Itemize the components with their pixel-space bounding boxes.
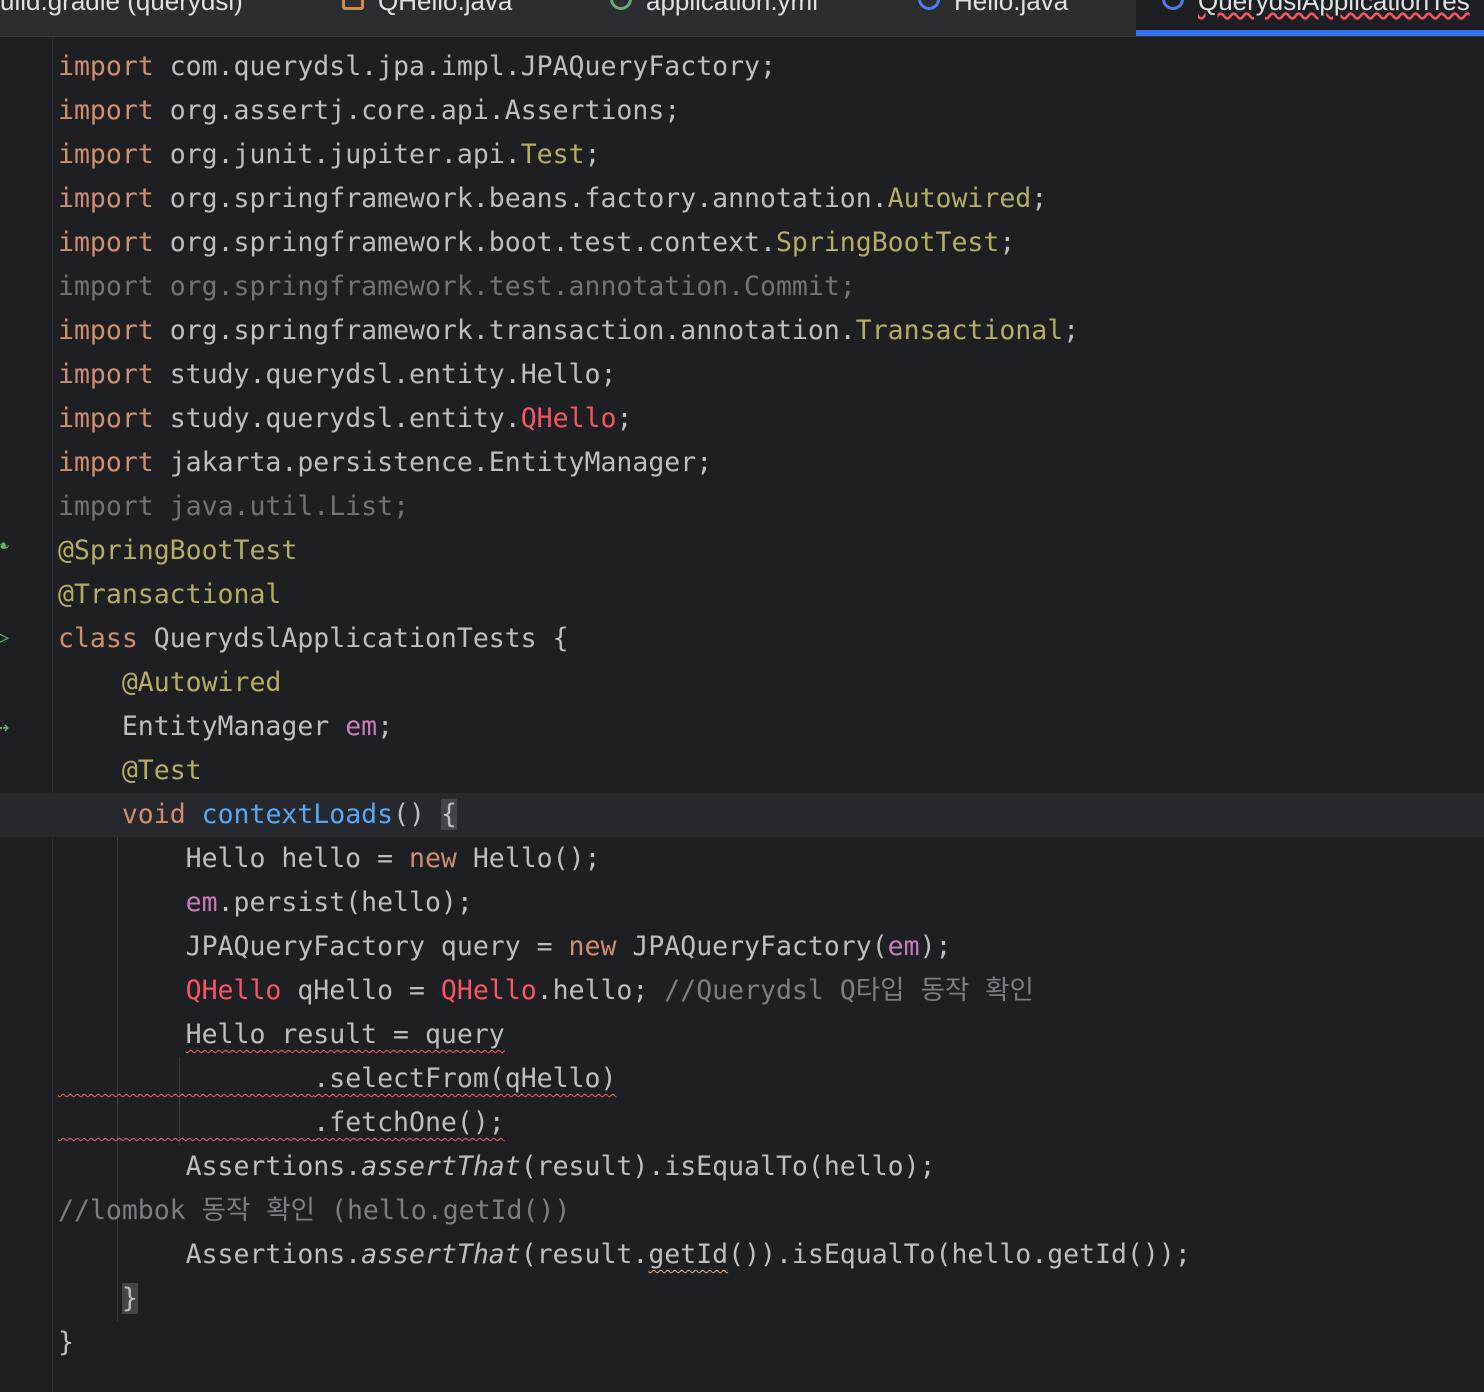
tab-application-yml[interactable]: application.yml [610,0,818,36]
class-icon [918,0,940,10]
code-line: Assertions.assertThat(result).isEqualTo(… [185,1151,936,1182]
code-line-comment: //lombok 동작 확인 (hello.getId()) [58,1195,571,1226]
code-line: EntityManager em; [121,711,394,742]
code-line: } [58,1327,74,1358]
code-line: import org.springframework.beans.factory… [58,183,1048,214]
tab-label: application.yml [646,0,818,16]
class-icon [1162,0,1184,10]
code-line: import study.querydsl.entity.Hello; [58,359,617,390]
code-line: @Transactional [58,579,282,610]
code-line: @Autowired [121,667,282,698]
code-line-error: Hello result = query [185,1019,505,1050]
tab-label: Hello.java [954,0,1069,16]
code-line: QHello qHello = QHello.hello; //Querydsl… [185,975,1034,1006]
code-line-current: void contextLoads() { [0,793,1484,837]
code-line: import org.assertj.core.api.Assertions; [58,95,681,126]
code-line-error: .selectFrom(qHello) [313,1063,617,1094]
code-line: import org.junit.jupiter.api.Test; [58,139,601,170]
editor-gutter: ❧ ▷ ⇢ ▷ [0,37,53,1392]
code-line: import study.querydsl.entity.QHello; [58,403,633,434]
code-line: em.persist(hello); [185,887,473,918]
code-line-unused-import: import java.util.List; [58,491,410,522]
code-line: import org.springframework.transaction.a… [58,315,1080,346]
code-line: import jakarta.persistence.EntityManager… [58,447,713,478]
code-line: import org.springframework.boot.test.con… [58,227,1016,258]
code-line: import com.querydsl.jpa.impl.JPAQueryFac… [58,51,776,82]
tab-label: QuerydslApplicationTes [1198,0,1470,16]
spring-bean-icon[interactable]: ❧ [0,533,22,559]
code-line: @Test [121,755,202,786]
tab-qhello-java[interactable]: QHello.java [342,0,512,36]
code-line-error: .fetchOne(); [313,1107,505,1138]
code-line: Hello hello = new Hello(); [185,843,601,874]
code-line-unused-import: import org.springframework.test.annotati… [58,271,856,302]
tab-label: uild.gradle (querydsl) [0,0,243,16]
code-line: Assertions.assertThat(result.getId()).is… [185,1239,1191,1270]
code-line: @SpringBootTest [58,535,298,566]
code-editor[interactable]: import com.querydsl.jpa.impl.JPAQueryFac… [0,45,1484,1392]
run-test-class-icon[interactable]: ▷ [0,625,22,651]
code-line: } [121,1283,138,1314]
java-file-icon [342,0,364,10]
yml-file-icon [610,0,632,10]
tab-build-gradle[interactable]: uild.gradle (querydsl) [0,0,243,36]
editor-tab-bar: uild.gradle (querydsl) QHello.java appli… [0,0,1484,37]
active-tab-indicator [1136,30,1484,36]
code-line: JPAQueryFactory query = new JPAQueryFact… [185,931,952,962]
code-line: class QuerydslApplicationTests { [58,623,569,654]
tab-hello-java[interactable]: Hello.java [918,0,1068,36]
autowired-navigate-icon[interactable]: ⇢ [0,715,22,741]
tab-label: QHello.java [378,0,513,16]
